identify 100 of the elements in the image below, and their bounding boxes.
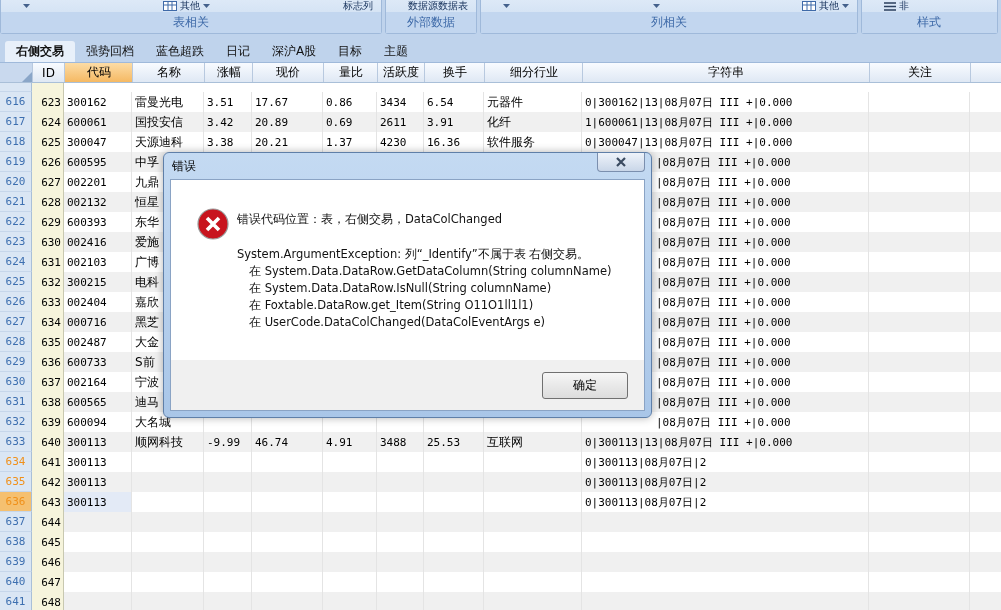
table-cell: 20.89 xyxy=(255,115,289,129)
column-header[interactable]: 代码 xyxy=(65,63,133,82)
row-number[interactable]: 616 xyxy=(0,92,32,112)
row-number[interactable]: 627 xyxy=(0,312,32,332)
row-number[interactable]: 620 xyxy=(0,172,32,192)
close-button[interactable] xyxy=(597,153,645,172)
id-cell: 642 xyxy=(32,472,64,492)
ribbon-label[interactable]: 数据表 xyxy=(438,0,469,12)
table-cell: |08月07日 III +|0.000 xyxy=(656,294,791,310)
table-cell: |08月07日 III +|0.000 xyxy=(656,354,791,370)
group-label: 样式 xyxy=(861,12,997,33)
sheet-tab[interactable]: 深沪A股 xyxy=(261,41,328,62)
table-cell: 4.91 xyxy=(326,435,353,449)
group-label: 外部数据 xyxy=(386,12,477,33)
row-number[interactable]: 625 xyxy=(0,272,32,292)
row-number[interactable]: 632 xyxy=(0,412,32,432)
sheet-tab[interactable]: 主题 xyxy=(373,41,420,62)
table-cell: 6.54 xyxy=(427,95,454,109)
id-cell: 623 xyxy=(32,92,64,112)
column-header[interactable]: 涨幅 xyxy=(205,63,253,82)
id-cell: 630 xyxy=(32,232,64,252)
row-number[interactable]: 619 xyxy=(0,152,32,172)
row-number[interactable]: 624 xyxy=(0,252,32,272)
id-cell: 644 xyxy=(32,512,64,532)
table-cell: 002164 xyxy=(67,375,107,389)
table-cell: 300113 xyxy=(67,495,107,509)
table-cell: 宁波 xyxy=(135,373,159,391)
table-cell: |08月07日 III +|0.000 xyxy=(656,394,791,410)
caret-icon xyxy=(503,4,511,8)
table-cell: 0|300113|08月07日|2 xyxy=(585,454,707,470)
column-header[interactable]: 换手 xyxy=(425,63,485,82)
row-number[interactable]: 640 xyxy=(0,572,32,592)
table-cell: 3488 xyxy=(380,435,407,449)
menu-label[interactable]: 其他 xyxy=(818,0,839,12)
group-label: 表相关 xyxy=(1,12,382,33)
table-cell: 化纤 xyxy=(487,113,511,131)
table-cell: |08月07日 III +|0.000 xyxy=(656,154,791,170)
table-cell: 东华 xyxy=(135,213,159,231)
row-number[interactable]: 633 xyxy=(0,432,32,452)
close-icon xyxy=(615,157,627,167)
table-cell: 大名城 xyxy=(135,413,171,431)
stack-trace-line: 在 System.Data.DataRow.GetDataColumn(String columnName) xyxy=(248,263,612,280)
row-number[interactable]: 617 xyxy=(0,112,32,132)
row-number[interactable]: 631 xyxy=(0,392,32,412)
table-cell: 600393 xyxy=(67,215,107,229)
id-cell: 636 xyxy=(32,352,64,372)
ribbon-label[interactable]: 数据源 xyxy=(408,0,439,12)
column-header[interactable]: 字符串 xyxy=(583,63,870,82)
row-number[interactable]: 623 xyxy=(0,232,32,252)
id-cell: 632 xyxy=(32,272,64,292)
table-cell: 300215 xyxy=(67,275,107,289)
table-cell: |08月07日 III +|0.000 xyxy=(656,174,791,190)
table-cell: 002132 xyxy=(67,195,107,209)
column-header[interactable]: 细分行业 xyxy=(485,63,583,82)
table-cell: 2611 xyxy=(380,115,407,129)
table-cell: 600595 xyxy=(67,155,107,169)
row-number[interactable]: 628 xyxy=(0,332,32,352)
sheet-tab[interactable]: 强势回档 xyxy=(75,41,145,62)
row-number[interactable]: 630 xyxy=(0,372,32,392)
column-header[interactable]: 名称 xyxy=(133,63,205,82)
column-header[interactable]: 活跃度 xyxy=(378,63,425,82)
row-number[interactable]: 622 xyxy=(0,212,32,232)
sheet-tab[interactable]: 日记 xyxy=(215,41,261,62)
table-cell: 黑芝 xyxy=(135,313,159,331)
dialog-title: 错误 xyxy=(172,157,196,175)
column-header[interactable]: 量比 xyxy=(324,63,378,82)
table-cell: 002487 xyxy=(67,335,107,349)
stack-trace-line: 在 System.Data.DataRow.IsNull(String columnName) xyxy=(248,280,553,297)
id-cell: 634 xyxy=(32,312,64,332)
ok-button[interactable]: 确定 xyxy=(542,371,628,399)
row-number[interactable]: 629 xyxy=(0,352,32,372)
row-number[interactable]: 637 xyxy=(0,512,32,532)
menu-label[interactable]: 非 xyxy=(898,0,909,12)
sheet-tab[interactable]: 目标 xyxy=(327,41,374,62)
caret-icon xyxy=(652,4,660,8)
table-cell: 300113 xyxy=(67,455,107,469)
id-cell: 639 xyxy=(32,412,64,432)
row-number[interactable]: 618 xyxy=(0,132,32,152)
table-cell: |08月07日 III +|0.000 xyxy=(656,254,791,270)
error-heading: 错误代码位置：表，右侧交易，DataColChanged xyxy=(237,211,504,228)
ribbon-label[interactable]: 标志列 xyxy=(343,0,374,12)
table-cell: 46.74 xyxy=(255,435,289,449)
table-cell: 雷曼光电 xyxy=(135,93,183,111)
row-number[interactable]: 641 xyxy=(0,592,32,610)
menu-label[interactable]: 其他 xyxy=(180,0,201,12)
table-cell: 大金 xyxy=(135,333,159,351)
sheet-tab[interactable]: 蓝色超跌 xyxy=(145,41,215,62)
table-cell: |08月07日 III +|0.000 xyxy=(656,374,791,390)
column-header[interactable]: 现价 xyxy=(253,63,324,82)
table-cell: 1.37 xyxy=(326,135,353,149)
table-cell: |08月07日 III +|0.000 xyxy=(656,414,791,430)
table-cell: 中孚 xyxy=(135,153,159,171)
table-cell: 国投安信 xyxy=(135,113,183,131)
row-number[interactable]: 638 xyxy=(0,532,32,552)
table-cell: |08月07日 III +|0.000 xyxy=(656,194,791,210)
column-header[interactable]: 关注 xyxy=(870,63,971,82)
row-number[interactable]: 626 xyxy=(0,292,32,312)
row-number[interactable]: 621 xyxy=(0,192,32,212)
row-number[interactable]: 639 xyxy=(0,552,32,572)
sheet-tab[interactable]: 右侧交易 xyxy=(5,41,75,62)
